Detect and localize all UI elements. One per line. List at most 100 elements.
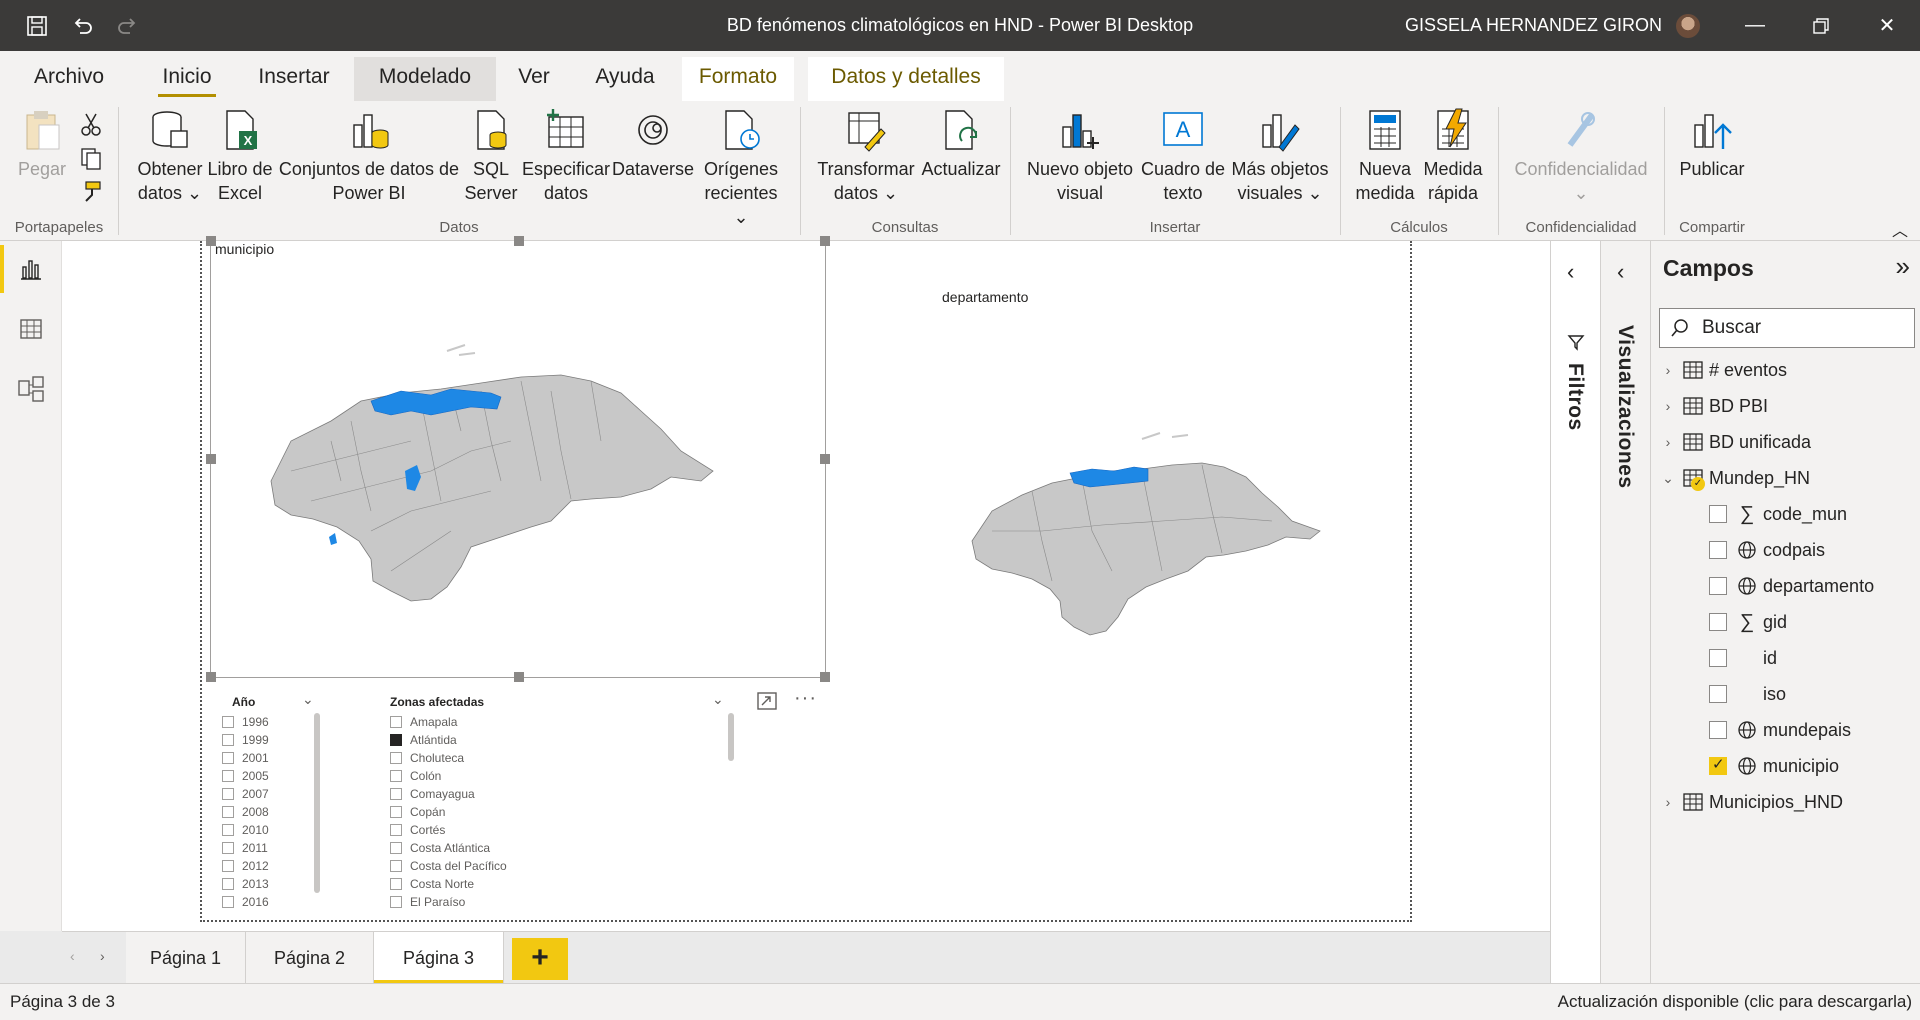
cut-icon[interactable] [78,111,104,137]
chevron-right-icon[interactable]: › [1659,434,1677,450]
powerbi-datasets-button[interactable]: Conjuntos de datos de Power BI [276,107,462,205]
sql-server-button[interactable]: SQL Server [464,107,518,205]
slicer-zone-item[interactable]: Costa Norte [390,875,474,893]
new-measure-button[interactable]: Nueva medida [1352,107,1418,205]
checkbox[interactable] [390,806,402,818]
slicer-zone-item[interactable]: Colón [390,767,441,785]
checkbox[interactable] [222,716,234,728]
tab-formato[interactable]: Formato [682,57,794,101]
expand-visualizations-icon[interactable]: ‹ [1617,259,1624,285]
close-icon[interactable]: ✕ [1854,0,1920,51]
tab-archivo[interactable]: Archivo [22,57,116,101]
scroll-left-icon[interactable]: ‹ [70,948,75,964]
resize-handle[interactable] [514,236,524,246]
resize-handle[interactable] [206,454,216,464]
checkbox[interactable] [390,824,402,836]
slicer-year-item[interactable]: 2013 [222,875,269,893]
fields-search-input[interactable]: Buscar [1659,308,1915,348]
field-checkbox[interactable] [1709,577,1727,595]
field-table-bd-pbi[interactable]: › BD PBI [1651,389,1920,423]
checkbox[interactable] [390,860,402,872]
scroll-right-icon[interactable]: › [100,948,105,964]
field-item-gid[interactable]: ∑ gid [1651,605,1920,639]
field-table-mundep-hn[interactable]: ⌄ ✓ Mundep_HN [1651,461,1920,495]
field-checkbox[interactable] [1709,685,1727,703]
tab-inicio[interactable]: Inicio [148,57,226,101]
visualizations-pane[interactable]: ‹ Visualizaciones [1600,241,1650,983]
slicer-year-item[interactable]: 2001 [222,749,269,767]
recent-sources-button[interactable]: Orígenes recientes ⌄ [696,107,786,229]
checkbox[interactable] [390,752,402,764]
slicer-zone-item[interactable]: Amapala [390,713,457,731]
slicer-year-item[interactable]: 2010 [222,821,269,839]
checkbox[interactable] [222,806,234,818]
checkbox[interactable] [222,752,234,764]
checkbox[interactable] [222,878,234,890]
checkbox[interactable] [390,878,402,890]
checkbox[interactable] [222,896,234,908]
field-checkbox[interactable] [1709,721,1727,739]
chevron-right-icon[interactable]: › [1659,398,1677,414]
tab-datos-detalles[interactable]: Datos y detalles [808,57,1004,101]
checkbox[interactable] [390,734,402,746]
honduras-departamento-map[interactable] [962,421,1382,661]
resize-handle[interactable] [514,672,524,682]
slicer-year-scrollbar[interactable] [314,713,320,893]
excel-button[interactable]: X Libro de Excel [206,107,274,205]
slicer-year-item[interactable]: 2011 [222,839,268,857]
checkbox[interactable] [390,788,402,800]
quick-measure-button[interactable]: Medida rápida [1418,107,1488,205]
field-item-departamento[interactable]: departamento [1651,569,1920,603]
slicer-zone-item[interactable]: Comayagua [390,785,475,803]
checkbox[interactable] [390,842,402,854]
new-visual-button[interactable]: Nuevo objeto visual [1024,107,1136,205]
slicer-year-item[interactable]: 1996 [222,713,269,731]
checkbox[interactable] [390,770,402,782]
paste-button[interactable]: Pegar [16,107,68,181]
checkbox[interactable] [222,860,234,872]
collapse-ribbon-icon[interactable]: ︿ [1892,217,1908,241]
checkbox[interactable] [390,896,402,908]
sensitivity-button[interactable]: Confidencialidad ⌄ [1508,107,1654,205]
field-table-bd-unificada[interactable]: › BD unificada [1651,425,1920,459]
field-checkbox[interactable] [1709,541,1727,559]
tab-insertar[interactable]: Insertar [246,57,342,101]
slicer-year-item[interactable]: 2012 [222,857,269,875]
minimize-icon[interactable]: — [1722,0,1788,51]
resize-handle[interactable] [820,454,830,464]
resize-handle[interactable] [820,236,830,246]
copy-icon[interactable] [78,145,104,171]
format-painter-icon[interactable] [78,179,104,205]
tab-ayuda[interactable]: Ayuda [580,57,670,101]
field-table-eventos[interactable]: › # eventos [1651,353,1920,387]
user-name[interactable]: GISSELA HERNANDEZ GIRON [1405,0,1662,51]
page-tab-1[interactable]: Página 1 [126,932,246,984]
field-item-codpais[interactable]: codpais [1651,533,1920,567]
publish-button[interactable]: Publicar [1674,107,1750,181]
transform-data-button[interactable]: Transformar datos ⌄ [810,107,922,205]
resize-handle[interactable] [206,236,216,246]
data-view-button[interactable] [0,301,62,357]
checkbox[interactable] [222,824,234,836]
honduras-municipio-map[interactable] [251,331,731,631]
tab-ver[interactable]: Ver [508,57,560,101]
restore-icon[interactable] [1788,0,1854,51]
page-tab-2[interactable]: Página 2 [246,932,374,984]
avatar[interactable] [1676,14,1700,38]
slicer-zone-item[interactable]: Choluteca [390,749,464,767]
enter-data-button[interactable]: Especificar datos [522,107,610,205]
add-page-button[interactable]: + [512,938,568,980]
slicer-year-item[interactable]: 2016 [222,893,269,911]
resize-handle[interactable] [206,672,216,682]
checkbox[interactable] [222,734,234,746]
map-visual-municipio[interactable]: municipio [206,236,830,682]
focus-mode-icon[interactable] [756,691,778,711]
field-checkbox[interactable] [1709,505,1727,523]
more-options-icon[interactable]: ··· [794,687,817,710]
slicer-year-item[interactable]: 1999 [222,731,269,749]
slicer-year-item[interactable]: 2005 [222,767,269,785]
chevron-down-icon[interactable]: ⌄ [712,691,724,708]
page-tab-3[interactable]: Página 3 [374,932,504,984]
field-checkbox[interactable] [1709,649,1727,667]
slicer-zone-item[interactable]: Cortés [390,821,445,839]
